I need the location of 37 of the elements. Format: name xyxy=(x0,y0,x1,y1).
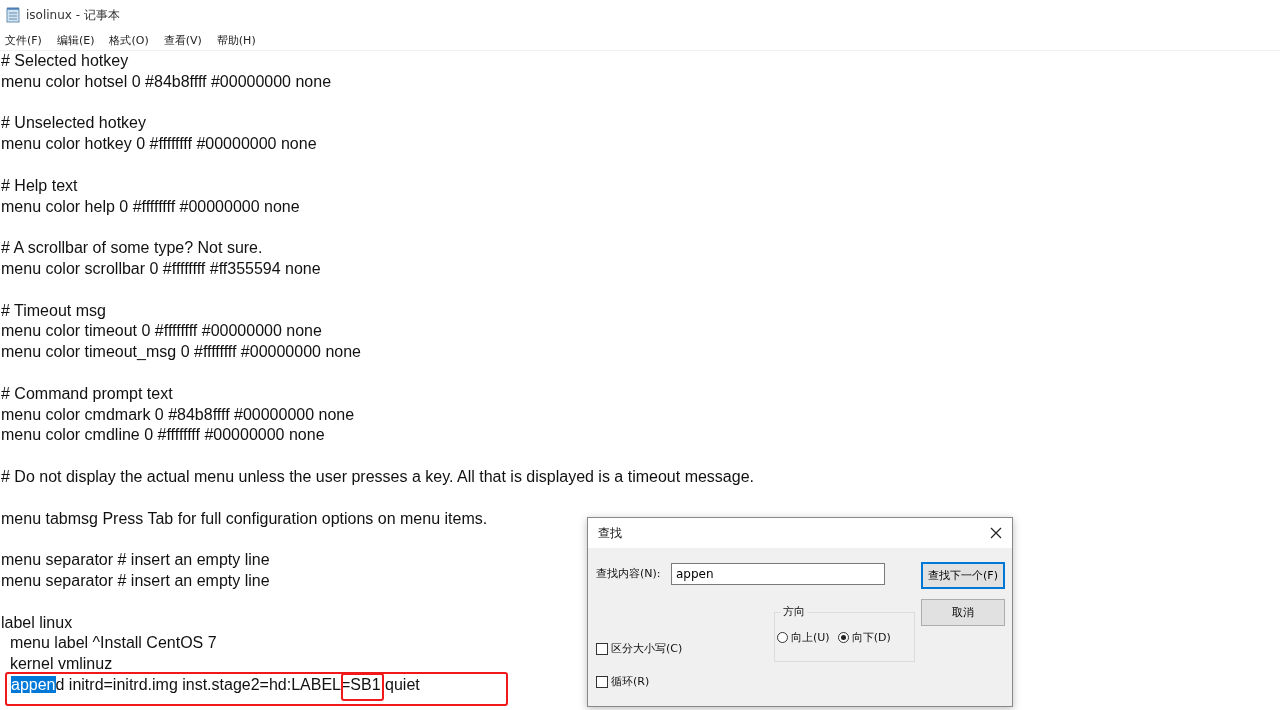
menu-item[interactable]: 文件(F) xyxy=(5,32,42,48)
code-line: menu color help 0 #ffffffff #00000000 none xyxy=(1,197,300,215)
code-line: # Unselected hotkey xyxy=(1,114,146,132)
checkbox-label: 循环(R) xyxy=(611,674,650,689)
code-line: # Help text xyxy=(1,176,78,194)
window-title: isolinux - 记事本 xyxy=(26,6,120,24)
find-input-field[interactable]: appen xyxy=(671,563,885,585)
checkbox-label: 区分大小写(C) xyxy=(611,641,683,656)
radio-label: 向上(U) xyxy=(791,630,830,645)
code-line: menu tabmsg Press Tab for full configuration options on menu items. xyxy=(1,509,488,527)
radio-label: 向下(D) xyxy=(851,630,891,645)
code-line: menu color hotkey 0 #ffffffff #00000000 none xyxy=(1,135,317,153)
code-line: # Do not display the actual menu unless the user presses a key. All that is displayed is a timeout message. xyxy=(1,467,754,485)
group-label: 方向 xyxy=(781,604,807,619)
menu-item[interactable]: 帮助(H) xyxy=(216,32,256,48)
code-line: menu color cmdline 0 #ffffffff #00000000 none xyxy=(1,426,325,444)
menu-item[interactable]: 格式(O) xyxy=(109,32,149,48)
code-line: menu separator # insert an empty line xyxy=(1,551,270,569)
code-line: kernel vmlinuz xyxy=(8,655,113,673)
code-line: menu color cmdmark 0 #84b8ffff #00000000 none xyxy=(1,405,355,423)
code-line: label linux xyxy=(1,613,73,631)
code-line: # Timeout msg xyxy=(1,301,106,319)
menu-item[interactable]: 编辑(E) xyxy=(56,32,95,48)
code-line: # Selected hotkey xyxy=(1,52,129,69)
code-line: menu color hotsel 0 #84b8ffff #00000000 none xyxy=(1,72,332,90)
code-line: # A scrollbar of some type? Not sure. xyxy=(1,239,263,257)
find-label: 查找内容(N): xyxy=(596,566,661,581)
code-line: menu separator # insert an empty line xyxy=(1,571,270,589)
code-line: menu color timeout_msg 0 #ffffffff #00000000 none xyxy=(1,343,361,361)
code-line: # Command prompt text xyxy=(1,384,173,402)
dialog-title: 查找 xyxy=(598,524,622,542)
code-line: menu color scrollbar 0 #ffffffff #ff355594 none xyxy=(1,259,321,277)
code-line: menu label ^Install CentOS 7 xyxy=(8,634,217,652)
dialog-button[interactable]: 查找下一个(F) xyxy=(921,562,1005,589)
dialog-button[interactable]: 取消 xyxy=(921,599,1005,626)
menu-item[interactable]: 查看(V) xyxy=(163,32,202,48)
code-line: menu color timeout 0 #ffffffff #00000000 none xyxy=(1,322,322,340)
